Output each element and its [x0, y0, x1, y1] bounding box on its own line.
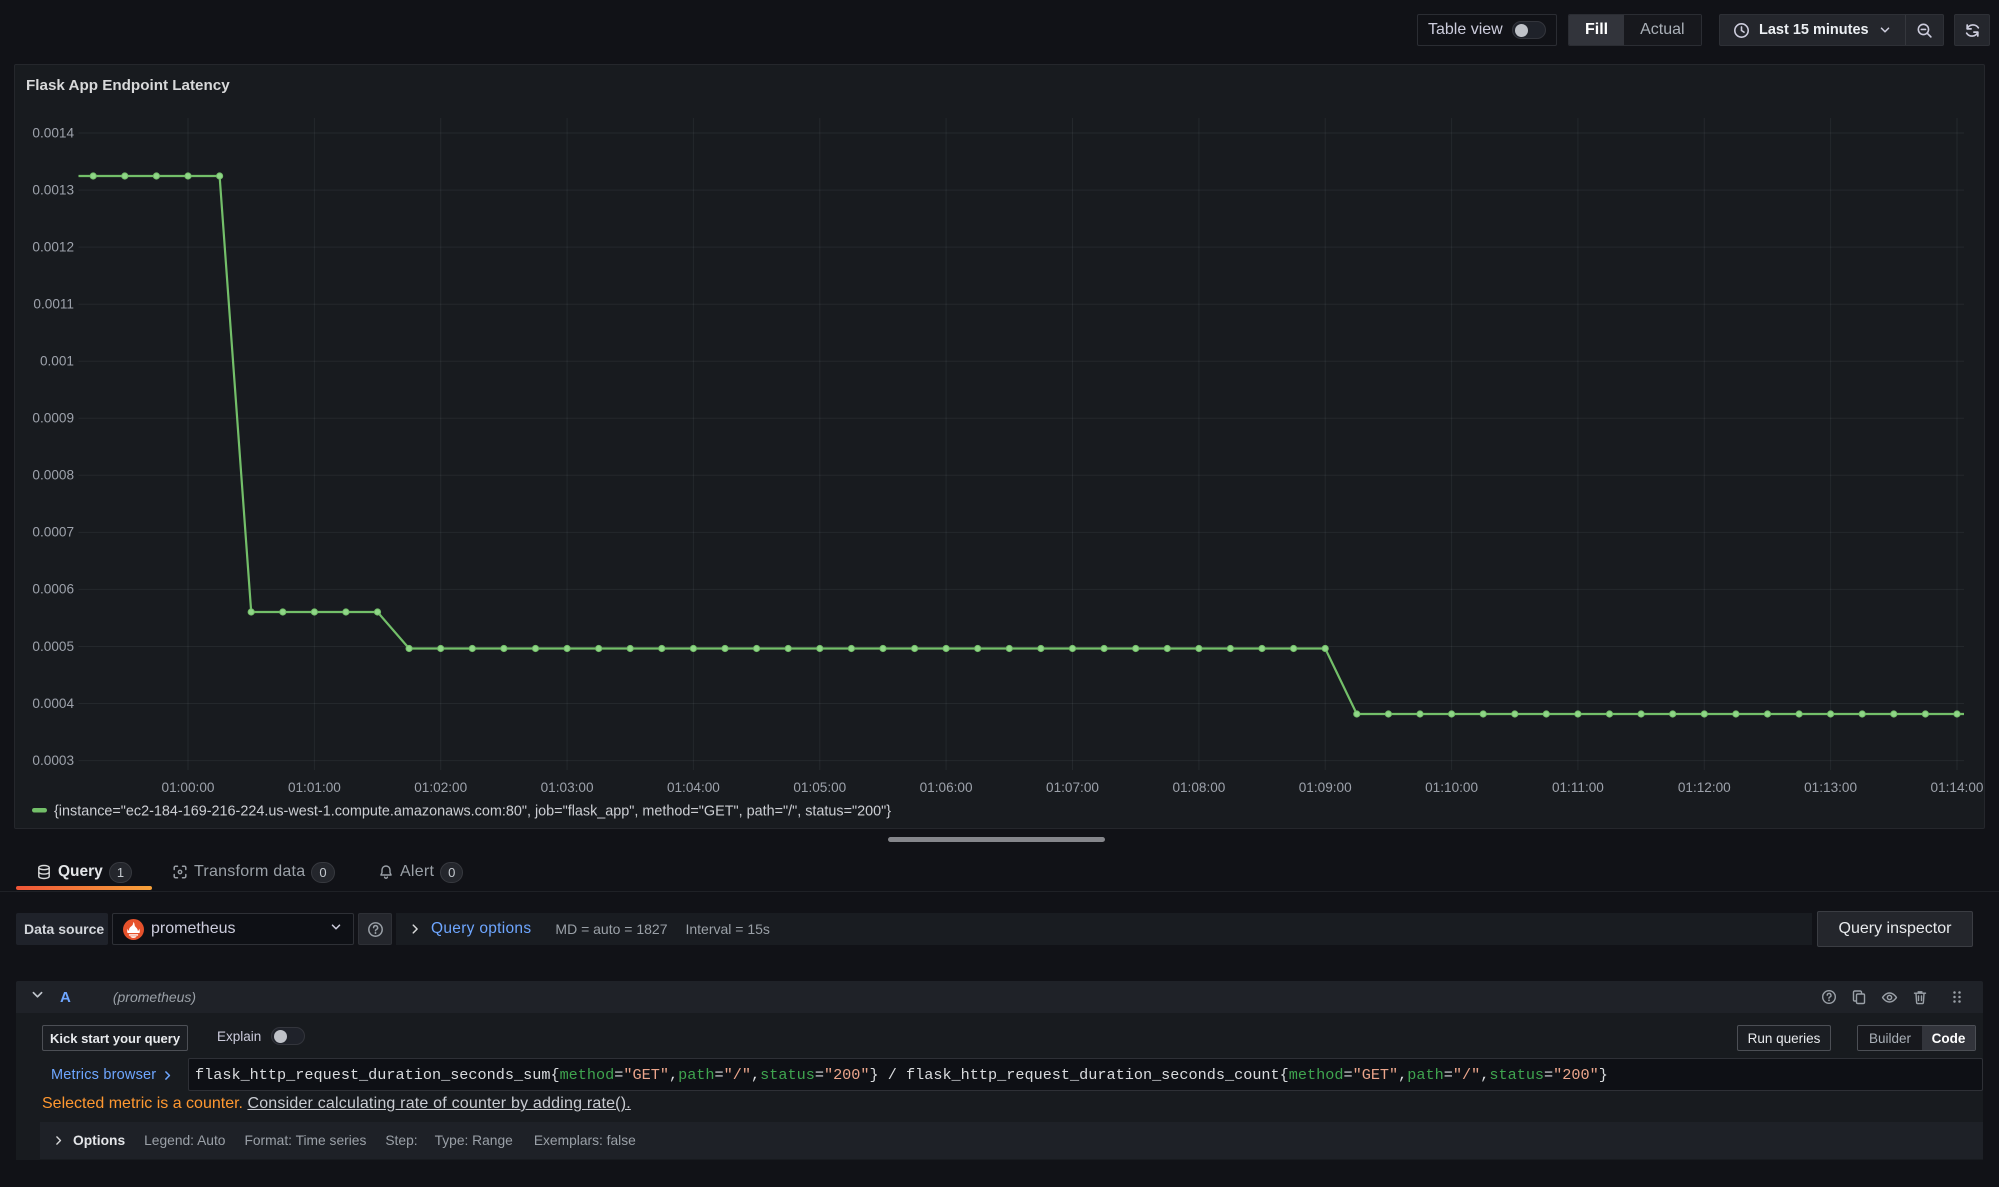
- svg-text:01:11:00: 01:11:00: [1552, 780, 1604, 795]
- svg-text:01:13:00: 01:13:00: [1804, 780, 1857, 795]
- svg-text:01:14:00: 01:14:00: [1931, 780, 1984, 795]
- svg-text:01:08:00: 01:08:00: [1172, 780, 1225, 795]
- svg-text:0.0007: 0.0007: [32, 525, 74, 540]
- svg-text:0.0009: 0.0009: [32, 411, 74, 426]
- svg-text:0.0013: 0.0013: [32, 182, 74, 197]
- svg-text:01:12:00: 01:12:00: [1678, 780, 1731, 795]
- svg-text:01:05:00: 01:05:00: [793, 780, 846, 795]
- svg-text:0.0003: 0.0003: [32, 753, 74, 768]
- svg-text:0.0012: 0.0012: [32, 239, 74, 254]
- svg-text:0.0004: 0.0004: [32, 696, 74, 711]
- svg-text:0.001: 0.001: [40, 354, 74, 369]
- svg-text:0.0011: 0.0011: [33, 297, 74, 312]
- svg-text:01:06:00: 01:06:00: [920, 780, 973, 795]
- svg-text:01:00:00: 01:00:00: [162, 780, 215, 795]
- svg-text:0.0005: 0.0005: [32, 639, 74, 654]
- svg-text:01:04:00: 01:04:00: [667, 780, 720, 795]
- svg-text:0.0006: 0.0006: [32, 582, 74, 597]
- svg-text:01:02:00: 01:02:00: [414, 780, 467, 795]
- svg-text:01:07:00: 01:07:00: [1046, 780, 1099, 795]
- svg-text:{instance="ec2-184-169-216-224: {instance="ec2-184-169-216-224.us-west-1…: [54, 804, 891, 820]
- svg-text:01:01:00: 01:01:00: [288, 780, 341, 795]
- svg-text:01:09:00: 01:09:00: [1299, 780, 1352, 795]
- svg-text:0.0008: 0.0008: [32, 468, 74, 483]
- svg-text:01:10:00: 01:10:00: [1425, 780, 1478, 795]
- svg-text:01:03:00: 01:03:00: [541, 780, 594, 795]
- svg-text:0.0014: 0.0014: [32, 125, 74, 140]
